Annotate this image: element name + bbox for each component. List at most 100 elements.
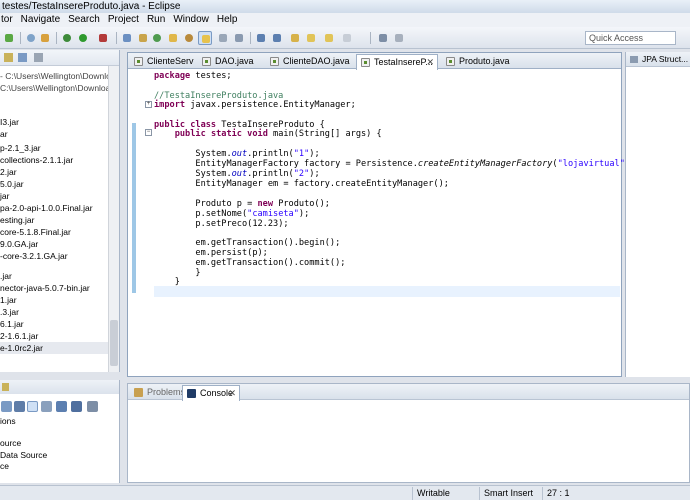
tree-item[interactable]: 9.0.GA.jar	[0, 238, 38, 250]
package-explorer-header	[0, 50, 119, 66]
tree-item[interactable]: esting.jar	[0, 214, 35, 226]
tree-item[interactable]: -core-3.2.1.GA.jar	[0, 250, 68, 262]
tab-clientedao[interactable]: ClienteDAO.java	[266, 54, 350, 69]
status-cursor-position: 27 : 1	[542, 487, 598, 500]
show-whitespace-icon[interactable]	[232, 31, 246, 45]
java-file-icon	[446, 57, 455, 66]
tree-item[interactable]: .jar	[0, 270, 12, 282]
window-title-bar: testes/TestaInsereProduto.java - Eclipse	[0, 0, 690, 13]
run-last-icon[interactable]	[2, 31, 16, 45]
tree-item[interactable]: C:\Users\Wellington\Downloads	[0, 82, 119, 94]
external-tools-icon[interactable]	[96, 31, 110, 45]
open-type-icon[interactable]	[166, 31, 180, 45]
close-icon[interactable]: ✕	[228, 386, 236, 400]
tree-item[interactable]: 6.1.jar	[0, 318, 24, 330]
tab-produto[interactable]: Produto.java	[442, 54, 518, 69]
problems-icon	[134, 388, 143, 397]
quick-access-input[interactable]: Quick Access	[585, 31, 676, 45]
console-toolbar-icon[interactable]	[392, 31, 406, 45]
tab-console[interactable]: Console ✕	[182, 385, 240, 401]
menu-project[interactable]: Project	[104, 13, 143, 27]
menu-editor[interactable]: tor	[0, 13, 17, 27]
toggle-block-selection-icon[interactable]	[216, 31, 230, 45]
connect-icon[interactable]	[1, 401, 12, 412]
change-marker-strip	[132, 123, 136, 293]
toggle-mark-occurrences-icon[interactable]	[198, 31, 212, 45]
forward-dropdown-icon[interactable]	[340, 31, 354, 45]
tab-problems[interactable]: Problems	[130, 385, 185, 400]
tree-item[interactable]: Data Source	[0, 450, 47, 461]
tree-item[interactable]: - C:\Users\Wellington\Downlo	[0, 70, 111, 82]
view-icon	[2, 383, 9, 391]
close-icon[interactable]: ✕	[426, 55, 434, 69]
debug-run-icon[interactable]	[60, 31, 74, 45]
tree-item[interactable]: 2.jar	[0, 166, 17, 178]
tree-item[interactable]: ce	[0, 461, 9, 472]
tree-item[interactable]: collections-2.1.1.jar	[0, 154, 73, 166]
tree-item[interactable]: 1.jar	[0, 294, 17, 306]
run-icon[interactable]	[76, 31, 90, 45]
forward-icon[interactable]	[322, 31, 336, 45]
code-line: EntityManager em = factory.createEntityM…	[195, 179, 449, 189]
tab-dao[interactable]: DAO.java	[198, 54, 260, 69]
tab-clienteservlet[interactable]: ClienteServl...	[130, 54, 194, 69]
editor-ruler	[128, 69, 142, 376]
view-menu-icon[interactable]	[87, 401, 98, 412]
menu-run[interactable]: Run	[143, 13, 169, 27]
import-icon[interactable]	[56, 401, 67, 412]
tab-testainsereproduto[interactable]: TestaInsereP... ✕	[356, 54, 438, 70]
data-source-explorer: ions ource Data Source ce	[0, 380, 120, 483]
pin-editor-icon[interactable]	[376, 31, 390, 45]
tree-item[interactable]: 2-1.6.1.jar	[0, 330, 38, 342]
code-area[interactable]: package testes; //TestaInsereProduto.jav…	[154, 69, 635, 376]
code-line: }	[174, 277, 180, 287]
java-file-icon	[202, 57, 211, 66]
last-edit-location-icon[interactable]	[288, 31, 302, 45]
new-class-icon[interactable]	[150, 31, 164, 45]
previous-annotation-icon[interactable]	[270, 31, 284, 45]
menu-window[interactable]: Window	[169, 13, 213, 27]
next-annotation-icon[interactable]	[254, 31, 268, 45]
toolbar-separator	[20, 32, 21, 44]
tree-item[interactable]: I3.jar	[0, 116, 19, 128]
tree-item[interactable]: ions	[0, 416, 16, 427]
tree-item[interactable]: jar	[0, 190, 9, 202]
new-java-project-icon[interactable]	[120, 31, 134, 45]
status-insert-mode: Smart Insert	[479, 487, 539, 500]
search-icon[interactable]	[182, 31, 196, 45]
data-source-explorer-header	[0, 380, 119, 394]
back-icon[interactable]	[304, 31, 318, 45]
tree-item[interactable]: ource	[0, 438, 21, 449]
code-line: public static void main(String[] args) {	[174, 129, 382, 139]
menu-search[interactable]: Search	[64, 13, 104, 27]
new-package-icon[interactable]	[136, 31, 150, 45]
tree-item-selected[interactable]: e-1.0rc2.jar	[0, 342, 108, 354]
fold-collapse-icon[interactable]: −	[145, 129, 152, 136]
debug-icon[interactable]	[24, 31, 38, 45]
export-icon[interactable]	[71, 401, 82, 412]
java-editor: ClienteServl... DAO.java ClienteDAO.java…	[127, 52, 635, 377]
toolbar-separator	[116, 32, 117, 44]
tree-item[interactable]: ar	[0, 128, 8, 140]
fold-expand-icon[interactable]: +	[145, 101, 152, 108]
new-server-icon[interactable]	[38, 31, 52, 45]
tree-item[interactable]: .3.jar	[0, 306, 19, 318]
collapse-all-icon[interactable]	[27, 401, 38, 412]
tab-jpa-structure[interactable]: JPA Struct...	[626, 52, 690, 67]
tree-item[interactable]: p-2.1_3.jar	[0, 142, 41, 154]
tree-item[interactable]: core-5.1.8.Final.jar	[0, 226, 71, 238]
tree-item[interactable]: 5.0.jar	[0, 178, 24, 190]
tree-item[interactable]: pa-2.0-api-1.0.0.Final.jar	[0, 202, 93, 214]
tree-item[interactable]: nector-java-5.0.7-bin.jar	[0, 282, 90, 294]
jpa-structure-icon	[630, 56, 638, 63]
project-icon	[4, 53, 13, 62]
main-toolbar: Quick Access	[0, 27, 690, 49]
disconnect-icon[interactable]	[14, 401, 25, 412]
new-connection-icon[interactable]	[41, 401, 52, 412]
toolbar-separator	[250, 32, 251, 44]
tree-scrollbar-thumb[interactable]	[110, 320, 118, 366]
folder-icon	[34, 53, 43, 62]
menu-help[interactable]: Help	[213, 13, 242, 27]
menu-navigate[interactable]: Navigate	[17, 13, 64, 27]
tree-scrollbar[interactable]	[108, 66, 119, 372]
